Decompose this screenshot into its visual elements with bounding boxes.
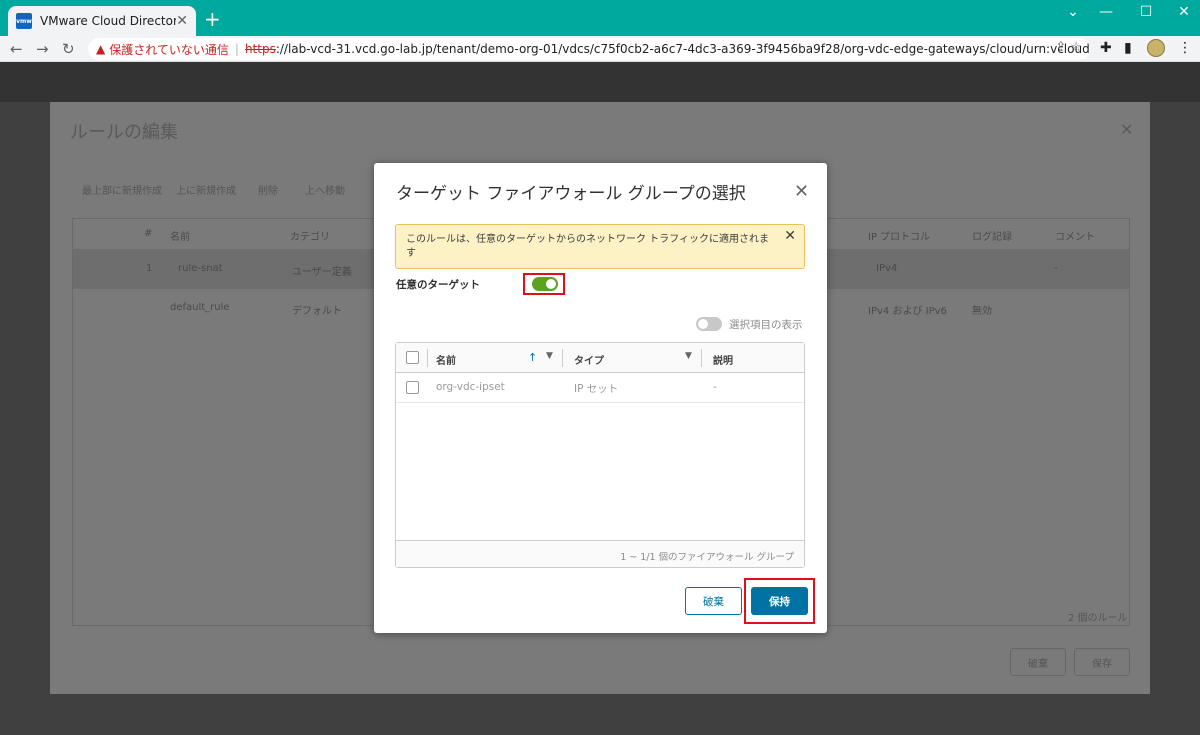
window-minimize-icon[interactable]: — xyxy=(1086,2,1126,22)
url-separator: | xyxy=(234,42,239,56)
column-divider xyxy=(427,349,428,367)
filter-icon[interactable]: ▼ xyxy=(685,351,692,361)
tab-title: VMware Cloud Director xyxy=(40,14,177,28)
app-header xyxy=(0,62,1200,102)
table-row[interactable]: org-vdc-ipset IP セット - xyxy=(396,373,804,403)
bk-action-new-top[interactable]: 最上部に新規作成 xyxy=(82,182,162,197)
col-description[interactable]: 説明 xyxy=(713,352,733,367)
cell-description: - xyxy=(713,381,717,393)
browser-tab[interactable]: vmw VMware Cloud Director ✕ xyxy=(8,6,196,36)
filter-icon[interactable]: ▼ xyxy=(546,351,553,361)
sidepanel-icon[interactable]: ▮ xyxy=(1124,40,1132,56)
show-selected-label: 選択項目の表示 xyxy=(729,319,803,331)
bk-row1-num: 1 xyxy=(146,263,153,274)
forward-icon[interactable]: → xyxy=(36,39,49,59)
cell-name: org-vdc-ipset xyxy=(436,381,505,393)
not-secure-label: 保護されていない通信 xyxy=(109,42,229,57)
warning-icon: ▲ xyxy=(96,42,106,56)
profile-avatar[interactable] xyxy=(1147,39,1165,57)
modal-title: ターゲット ファイアウォール グループの選択 xyxy=(396,184,746,204)
bk-col-num: # xyxy=(144,228,153,239)
grid-footer: 1 ~ 1/1 個のファイアウォール グループ xyxy=(396,540,804,567)
bk-row1-name: rule-snat xyxy=(178,263,223,274)
cell-type: IP セット xyxy=(574,383,619,395)
bk-save-button[interactable]: 保存 xyxy=(1074,648,1130,676)
column-divider xyxy=(701,349,702,367)
show-selected-toggle[interactable] xyxy=(696,317,722,331)
cancel-button[interactable]: 破棄 xyxy=(685,587,742,615)
browser-tabstrip: vmw VMware Cloud Director ✕ + ⌄ — ☐ ✕ xyxy=(0,0,1200,36)
bk-row1-comment: - xyxy=(1054,263,1058,274)
new-tab-button[interactable]: + xyxy=(204,9,221,29)
back-icon[interactable]: ← xyxy=(10,39,23,59)
bk-col-ip: IP プロトコル xyxy=(868,232,931,243)
vmware-favicon-icon: vmw xyxy=(16,13,32,29)
bk-discard-button[interactable]: 破棄 xyxy=(1010,648,1066,676)
url-text: ://lab-vcd-31.vcd.go-lab.jp/tenant/demo-… xyxy=(275,42,1090,56)
bk-row1-category: ユーザー定義 xyxy=(292,267,352,278)
column-divider xyxy=(562,349,563,367)
address-bar[interactable]: ▲ 保護されていない通信 | https ://lab-vcd-31.vcd.g… xyxy=(88,38,1090,60)
edit-rules-close-icon[interactable]: ✕ xyxy=(1120,120,1133,139)
share-star-icons[interactable]: ⇪ ☆ xyxy=(1055,40,1082,55)
browser-toolbar: ← → ↻ ▲ 保護されていない通信 | https ://lab-vcd-31… xyxy=(0,36,1200,62)
bk-grid-footer: 2 個のルール xyxy=(1068,613,1128,624)
select-target-firewall-group-modal: ターゲット ファイアウォール グループの選択 ✕ このルールは、任意のターゲット… xyxy=(374,163,827,633)
bk-col-log: ログ記録 xyxy=(972,232,1012,243)
any-target-label: 任意のターゲット xyxy=(396,279,480,291)
bk-action-delete[interactable]: 削除 xyxy=(258,182,278,197)
bk-row2-category: デフォルト xyxy=(292,306,342,317)
edit-rules-title: ルールの編集 xyxy=(70,122,178,143)
toggle-highlight-box xyxy=(523,273,565,295)
bk-col-category: カテゴリ xyxy=(290,232,330,243)
bk-row2-name: default_rule xyxy=(170,302,230,313)
grid-footer-count: 1 ~ 1/1 個のファイアウォール グループ xyxy=(620,552,794,563)
window-close-icon[interactable]: ✕ xyxy=(1164,2,1200,22)
window-maximize-icon[interactable]: ☐ xyxy=(1126,2,1166,22)
extensions-icon[interactable]: ✚ xyxy=(1100,40,1112,56)
bk-col-name: 名前 xyxy=(170,232,190,243)
bk-row2-ip: IPv4 および IPv6 xyxy=(868,306,947,317)
alert-close-icon[interactable]: ✕ xyxy=(784,229,796,243)
tab-close-icon[interactable]: ✕ xyxy=(176,13,188,29)
row-checkbox[interactable] xyxy=(406,381,419,394)
menu-kebab-icon[interactable]: ⋮ xyxy=(1178,40,1192,56)
bk-col-comment: コメント xyxy=(1055,232,1095,243)
firewall-group-grid: 名前 ↑ ▼ タイプ ▼ 説明 org-vdc-ipset IP セット - 1… xyxy=(395,342,805,568)
bk-action-new-above[interactable]: 上に新規作成 xyxy=(176,182,236,197)
info-alert: このルールは、任意のターゲットからのネットワーク トラフィックに適用されます ✕ xyxy=(395,224,805,269)
bk-action-move-up[interactable]: 上へ移動 xyxy=(305,182,345,197)
alert-text: このルールは、任意のターゲットからのネットワーク トラフィックに適用されます xyxy=(406,234,769,259)
keep-button[interactable]: 保持 xyxy=(751,587,808,615)
modal-close-icon[interactable]: ✕ xyxy=(794,181,809,202)
bk-row1-ip: IPv4 xyxy=(876,263,898,274)
sort-ascending-icon[interactable]: ↑ xyxy=(528,351,537,364)
url-scheme: https xyxy=(244,42,276,56)
select-all-checkbox[interactable] xyxy=(406,351,419,364)
col-name[interactable]: 名前 xyxy=(436,352,456,367)
col-type[interactable]: タイプ xyxy=(574,352,604,367)
grid-header: 名前 ↑ ▼ タイプ ▼ 説明 xyxy=(396,343,804,373)
bk-row2-log: 無効 xyxy=(972,306,992,317)
reload-icon[interactable]: ↻ xyxy=(62,39,75,59)
